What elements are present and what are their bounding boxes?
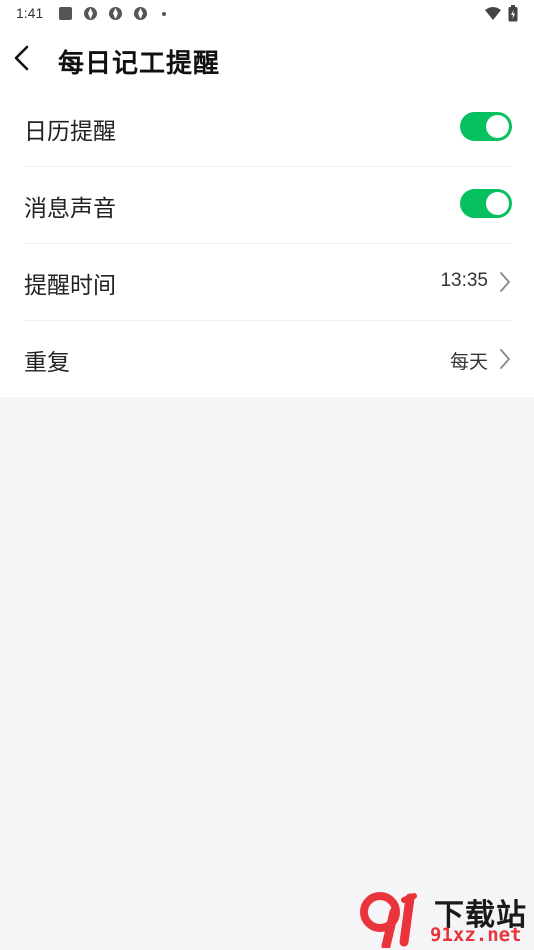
battery-icon: [508, 5, 518, 22]
message-sound-toggle[interactable]: [460, 189, 512, 218]
back-arrow-icon[interactable]: [8, 42, 36, 74]
repeat-row[interactable]: 重复 每天: [24, 321, 512, 397]
notification-square-icon: [59, 7, 72, 20]
toggle-knob: [486, 115, 509, 138]
reminder-time-value: 13:35: [440, 270, 488, 291]
repeat-value: 每天: [449, 352, 488, 373]
status-time: 1:41: [16, 5, 44, 21]
calendar-reminder-toggle[interactable]: [460, 112, 512, 141]
notification-aperture-icon: [134, 7, 147, 20]
settings-list: 日历提醒 消息声音 提醒时间 13:35 重复 每天: [24, 90, 512, 397]
message-sound-row[interactable]: 消息声音: [24, 167, 512, 244]
page-title: 每日记工提醒: [58, 49, 221, 79]
notification-aperture-icon: [84, 7, 97, 20]
watermark-logo-icon: [360, 892, 417, 948]
calendar-reminder-row[interactable]: 日历提醒: [24, 90, 512, 167]
watermark: 下载站 91xz.net: [360, 888, 532, 948]
more-notifications-dot-icon: [162, 12, 166, 16]
reminder-time-row[interactable]: 提醒时间 13:35: [24, 244, 512, 321]
repeat-label: 重复: [24, 350, 70, 376]
screen: 1:41 每日记工提醒 日历提醒 消息声音 提醒时间 13:35 重复 每天 下…: [0, 0, 534, 950]
chevron-right-icon: [500, 272, 510, 292]
reminder-time-label: 提醒时间: [24, 273, 116, 299]
header: 每日记工提醒: [0, 28, 534, 90]
calendar-reminder-label: 日历提醒: [24, 119, 116, 145]
chevron-right-icon: [500, 349, 510, 369]
toggle-knob: [486, 192, 509, 215]
wifi-icon: [485, 7, 501, 20]
notification-aperture-icon: [109, 7, 122, 20]
message-sound-label: 消息声音: [24, 196, 116, 222]
status-bar: 1:41: [0, 0, 534, 28]
watermark-url: 91xz.net: [430, 924, 522, 946]
